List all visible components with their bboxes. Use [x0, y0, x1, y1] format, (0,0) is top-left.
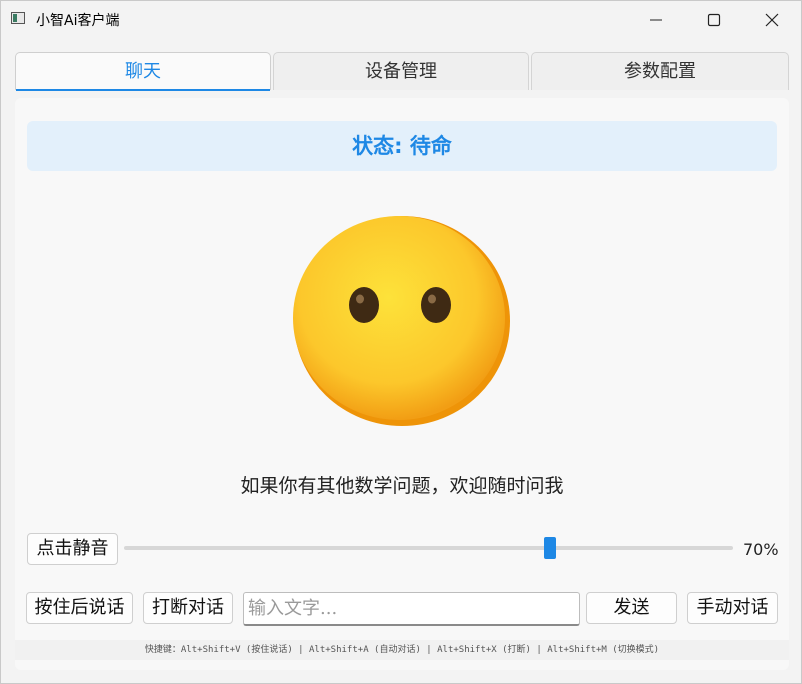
send-button[interactable]: 发送: [586, 592, 677, 624]
maximize-button[interactable]: [685, 1, 743, 39]
tab-device-management[interactable]: 设备管理: [273, 52, 529, 90]
minimize-icon: [650, 19, 662, 21]
volume-slider-track[interactable]: [124, 546, 733, 550]
volume-percentage: 70%: [743, 540, 779, 559]
neutral-face-emoji: [293, 216, 510, 426]
manual-mode-button[interactable]: 手动对话: [687, 592, 778, 624]
push-to-talk-button[interactable]: 按住后说话: [26, 592, 133, 624]
app-window: 小智Ai客户端 聊天 设备管理 参数配置 状态: 待命 如果你有其他数学问题，欢…: [0, 0, 802, 684]
close-icon: [765, 13, 779, 27]
status-label: 状态: 待命: [27, 121, 777, 171]
tab-chat[interactable]: 聊天: [15, 52, 271, 91]
volume-slider-handle[interactable]: [544, 537, 557, 559]
app-window-icon: [11, 12, 25, 24]
chat-panel: 状态: 待命 如果你有其他数学问题，欢迎随时问我 点击静音 70% 按住后说话 …: [15, 98, 789, 670]
title-bar[interactable]: 小智Ai客户端: [1, 1, 801, 39]
shortcut-hint: 快捷键：Alt+Shift+V (按住说话) | Alt+Shift+A (自动…: [15, 640, 789, 660]
minimize-button[interactable]: [627, 1, 685, 39]
interrupt-button[interactable]: 打断对话: [143, 592, 233, 624]
message-input[interactable]: [243, 592, 580, 626]
tab-bar: 聊天 设备管理 参数配置: [15, 52, 789, 91]
ai-message-text: 如果你有其他数学问题，欢迎随时问我: [240, 475, 564, 497]
maximize-icon: [707, 13, 721, 27]
tab-parameter-config[interactable]: 参数配置: [531, 52, 789, 90]
mute-button[interactable]: 点击静音: [27, 533, 118, 565]
window-title: 小智Ai客户端: [36, 13, 120, 29]
close-button[interactable]: [743, 1, 801, 39]
